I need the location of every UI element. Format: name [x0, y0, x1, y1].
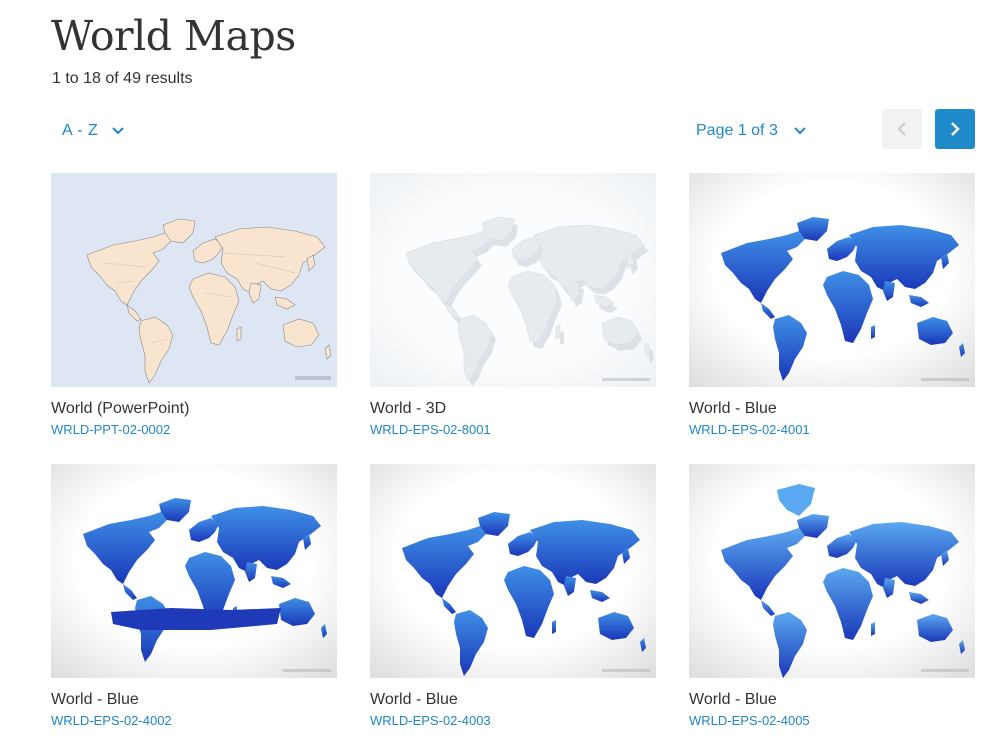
product-title[interactable]: World - Blue — [689, 399, 975, 419]
product-code-link[interactable]: WRLD-EPS-02-4001 — [689, 422, 975, 438]
world-map-image — [51, 173, 337, 387]
next-page-button[interactable] — [935, 109, 975, 149]
product-title[interactable]: World (PowerPoint) — [51, 399, 337, 419]
product-title[interactable]: World - 3D — [370, 399, 656, 419]
page-dropdown[interactable]: Page 1 of 3 — [696, 119, 806, 143]
page-title: World Maps — [51, 12, 296, 60]
product-code-link[interactable]: WRLD-EPS-02-4003 — [370, 713, 656, 729]
product-thumbnail[interactable] — [370, 464, 656, 678]
page-dropdown-label: Page 1 of 3 — [696, 122, 778, 139]
product-card[interactable]: World - Blue WRLD-EPS-02-4002 — [51, 464, 337, 729]
results-count: 1 to 18 of 49 results — [52, 70, 193, 87]
product-card[interactable]: World - Blue WRLD-EPS-02-4001 — [689, 173, 975, 438]
product-card[interactable]: World (PowerPoint) WRLD-PPT-02-0002 — [51, 173, 337, 438]
previous-page-button[interactable] — [882, 109, 922, 149]
product-thumbnail[interactable] — [689, 464, 975, 678]
product-code-link[interactable]: WRLD-EPS-02-4005 — [689, 713, 975, 729]
product-thumbnail[interactable] — [370, 173, 656, 387]
world-map-image — [370, 173, 656, 387]
chevron-down-icon — [794, 127, 806, 135]
product-thumbnail[interactable] — [51, 173, 337, 387]
product-thumbnail[interactable] — [689, 173, 975, 387]
product-card[interactable]: World - 3D WRLD-EPS-02-8001 — [370, 173, 656, 438]
chevron-down-icon — [112, 127, 124, 135]
world-map-image — [51, 464, 337, 678]
world-map-image — [689, 464, 975, 678]
chevron-left-icon — [897, 122, 906, 136]
product-title[interactable]: World - Blue — [370, 690, 656, 710]
product-card[interactable]: World - Blue WRLD-EPS-02-4005 — [689, 464, 975, 729]
product-thumbnail[interactable] — [51, 464, 337, 678]
sort-dropdown[interactable]: A - Z — [62, 119, 124, 143]
world-map-image — [689, 173, 975, 387]
product-title[interactable]: World - Blue — [689, 690, 975, 710]
product-title[interactable]: World - Blue — [51, 690, 337, 710]
world-map-image — [370, 464, 656, 678]
product-card[interactable]: World - Blue WRLD-EPS-02-4003 — [370, 464, 656, 729]
product-code-link[interactable]: WRLD-PPT-02-0002 — [51, 422, 337, 438]
sort-dropdown-label: A - Z — [62, 122, 99, 139]
product-code-link[interactable]: WRLD-EPS-02-8001 — [370, 422, 656, 438]
chevron-right-icon — [951, 122, 960, 136]
product-code-link[interactable]: WRLD-EPS-02-4002 — [51, 713, 337, 729]
